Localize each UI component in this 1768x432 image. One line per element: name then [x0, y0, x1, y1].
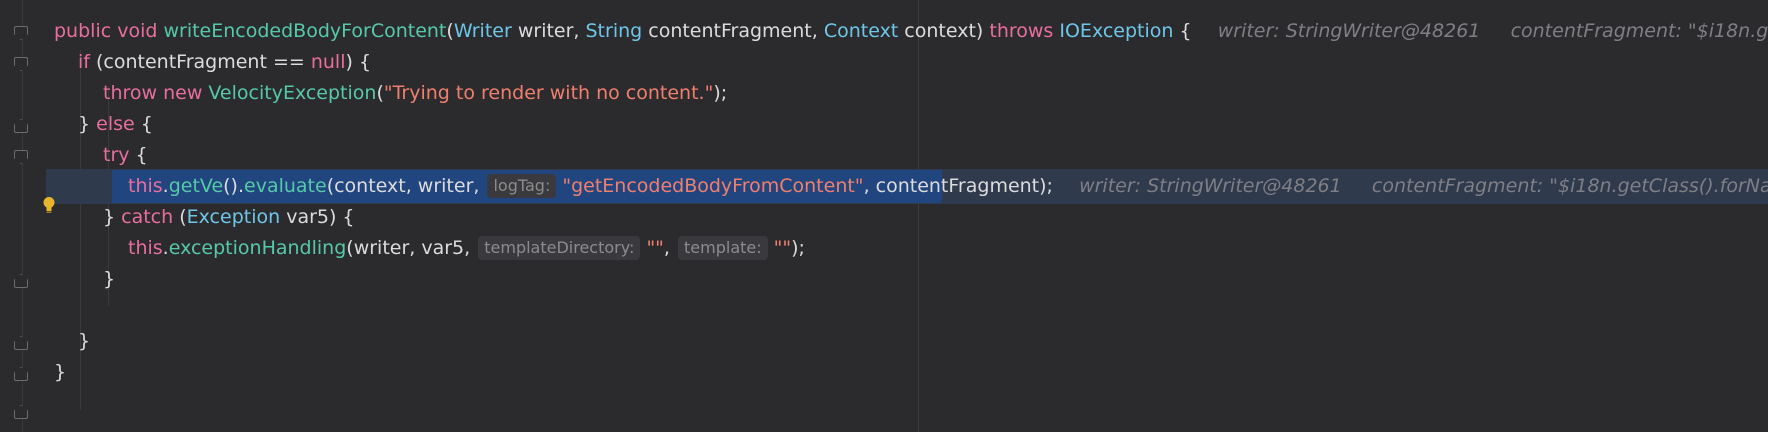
code-line-close-catch[interactable]: } — [46, 262, 1768, 297]
code-line-blank-line[interactable] — [46, 293, 1768, 328]
parameter-hint: template: — [678, 236, 768, 260]
code-text: throw new VelocityException("Trying to r… — [103, 76, 727, 111]
code-token: } — [78, 330, 91, 352]
code-text: this.getVe().evaluate(context, writer, l… — [128, 169, 1768, 204]
code-token: ( — [179, 206, 187, 228]
code-token: VelocityException — [208, 82, 377, 104]
debugger-inline-value: writer: StringWriter@48261 contentFragme… — [1199, 20, 1768, 42]
code-line-else-line[interactable]: } else { — [46, 107, 1768, 142]
code-line-method-signature[interactable]: public void writeEncodedBodyForContent(W… — [46, 14, 1768, 49]
code-token: "" — [773, 237, 792, 259]
code-line-catch-line[interactable]: } catch (Exception var5) { — [46, 200, 1768, 235]
code-token: contentFragment, — [642, 20, 824, 42]
code-token: "getEncodedBodyFromContent" — [562, 175, 864, 197]
code-line-close-else[interactable]: } — [46, 324, 1768, 359]
code-token: } — [54, 361, 67, 383]
code-line-close-method[interactable]: } — [46, 355, 1768, 390]
code-text: public void writeEncodedBodyForContent(W… — [54, 14, 1768, 49]
code-token: ); — [791, 237, 805, 259]
code-token: "" — [646, 237, 664, 259]
code-token: ( — [376, 82, 384, 104]
code-token: Writer — [453, 20, 512, 42]
code-token: if — [78, 51, 97, 73]
code-token: String — [585, 20, 643, 42]
code-token: try — [103, 144, 130, 166]
code-text: } catch (Exception var5) { — [103, 200, 355, 235]
code-token: (contentFragment == — [96, 51, 311, 73]
code-token: this — [128, 237, 163, 259]
code-token: { — [1173, 20, 1192, 42]
code-token: Exception — [186, 206, 281, 228]
code-text: } — [103, 262, 115, 297]
code-token: ); — [713, 82, 728, 104]
code-token: else — [96, 113, 135, 135]
fold-marker-icon[interactable] — [14, 336, 28, 350]
fold-marker-icon[interactable] — [14, 26, 28, 40]
code-token: IOException — [1059, 20, 1174, 42]
code-token: Context — [823, 20, 899, 42]
parameter-hint: logTag: — [487, 174, 557, 198]
code-token: , contentFragment); — [863, 175, 1053, 197]
code-token: (writer, var5, — [346, 237, 477, 259]
code-token: (). — [223, 175, 245, 197]
code-token: context) — [898, 20, 990, 42]
code-token: public void — [54, 20, 164, 42]
fold-marker-icon[interactable] — [14, 367, 28, 381]
fold-marker-icon[interactable] — [14, 274, 28, 288]
code-token: , — [663, 237, 677, 259]
lightbulb-icon[interactable] — [42, 196, 56, 214]
code-editor[interactable]: public void writeEncodedBodyForContent(W… — [46, 0, 1768, 432]
fold-marker-icon[interactable] — [14, 57, 28, 71]
code-token: ( — [446, 20, 454, 42]
code-line-throw-line[interactable]: throw new VelocityException("Trying to r… — [46, 76, 1768, 111]
code-token: this — [128, 175, 163, 197]
fold-marker-icon[interactable] — [14, 119, 28, 133]
code-token: } — [103, 268, 116, 290]
code-token: } — [103, 206, 122, 228]
code-token: getVe — [168, 175, 224, 197]
code-token: exceptionHandling — [168, 237, 347, 259]
code-token: writer, — [511, 20, 586, 42]
code-token: null — [310, 51, 346, 73]
code-token: catch — [121, 206, 180, 228]
code-token: throws — [989, 20, 1060, 42]
code-line-if-line[interactable]: if (contentFragment == null) { — [46, 45, 1768, 80]
code-token: ) { — [345, 51, 372, 73]
parameter-hint: templateDirectory: — [478, 236, 641, 260]
code-text: try { — [103, 138, 148, 173]
code-token: } — [78, 113, 97, 135]
editor-gutter — [0, 0, 46, 432]
code-token: "Trying to render with no content." — [383, 82, 714, 104]
code-token: throw new — [103, 82, 209, 104]
debugger-inline-value: writer: StringWriter@48261 contentFragme… — [1060, 175, 1768, 197]
code-token: { — [134, 113, 153, 135]
code-token: { — [129, 144, 148, 166]
code-token: var5) { — [280, 206, 355, 228]
fold-marker-icon[interactable] — [14, 405, 28, 419]
code-token: (context, writer, — [326, 175, 486, 197]
code-line-try-line[interactable]: try { — [46, 138, 1768, 173]
code-text: this.exceptionHandling(writer, var5, tem… — [128, 231, 805, 266]
code-token: writeEncodedBodyForContent — [163, 20, 447, 42]
code-token: evaluate — [244, 175, 327, 197]
code-line-exception-handling-line[interactable]: this.exceptionHandling(writer, var5, tem… — [46, 231, 1768, 266]
fold-marker-icon[interactable] — [14, 150, 28, 164]
code-text: } else { — [78, 107, 153, 142]
code-line-evaluate-line[interactable]: this.getVe().evaluate(context, writer, l… — [46, 169, 1768, 204]
code-text: } — [78, 324, 90, 359]
code-text: if (contentFragment == null) { — [78, 45, 371, 80]
code-text: } — [54, 355, 66, 390]
